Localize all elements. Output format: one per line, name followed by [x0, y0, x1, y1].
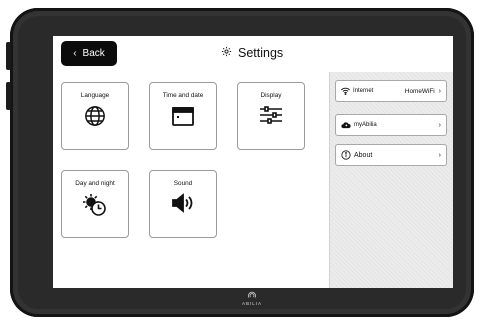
time-and-date-tile-label: Time and date [162, 92, 204, 99]
brand-text: ABILIA [241, 301, 262, 306]
sun-clock-icon [82, 193, 108, 222]
side-menu: Internet HomeWiFi › myAbilia › About › [329, 72, 453, 288]
display-tile[interactable]: Display [237, 82, 305, 150]
settings-grid: Language Time and date Display Day and n… [53, 72, 329, 288]
chevron-right-icon: › [438, 151, 441, 159]
day-and-night-tile[interactable]: Day and night [61, 170, 129, 238]
globe-icon [84, 105, 106, 132]
about-row[interactable]: About › [335, 144, 447, 166]
tablet-screen: ‹ Back Settings Language Time and date D… [53, 36, 453, 288]
volume-down-button[interactable] [6, 82, 11, 110]
time-and-date-tile[interactable]: Time and date [149, 82, 217, 150]
chevron-left-icon: ‹ [73, 48, 77, 59]
volume-up-button[interactable] [6, 42, 11, 70]
sliders-icon [259, 105, 283, 130]
about-label: About [354, 151, 373, 159]
top-bar: ‹ Back Settings [53, 36, 453, 72]
myabilia-row[interactable]: myAbilia › [335, 114, 447, 136]
calendar-icon [171, 105, 195, 132]
day-and-night-tile-label: Day and night [75, 180, 115, 187]
display-tile-label: Display [260, 92, 282, 99]
back-button[interactable]: ‹ Back [61, 41, 117, 66]
chevron-right-icon: › [438, 87, 441, 95]
internet-label: Internet [353, 88, 374, 94]
gear-icon [221, 46, 232, 60]
cloud-user-icon [341, 121, 351, 129]
language-tile-label: Language [80, 92, 110, 99]
info-icon [341, 150, 351, 160]
internet-row[interactable]: Internet HomeWiFi › [335, 80, 447, 102]
abilia-logo: ABILIA [240, 291, 264, 306]
page-title-group: Settings [221, 46, 283, 60]
back-button-label: Back [82, 48, 105, 59]
myabilia-label: myAbilia [354, 122, 377, 128]
language-tile[interactable]: Language [61, 82, 129, 150]
chevron-right-icon: › [438, 121, 441, 129]
internet-value: HomeWiFi [404, 87, 435, 95]
sound-tile-label: Sound [173, 180, 193, 187]
sound-tile[interactable]: Sound [149, 170, 217, 238]
page-title: Settings [238, 46, 284, 60]
wifi-icon [341, 87, 350, 95]
speaker-icon [171, 193, 195, 218]
